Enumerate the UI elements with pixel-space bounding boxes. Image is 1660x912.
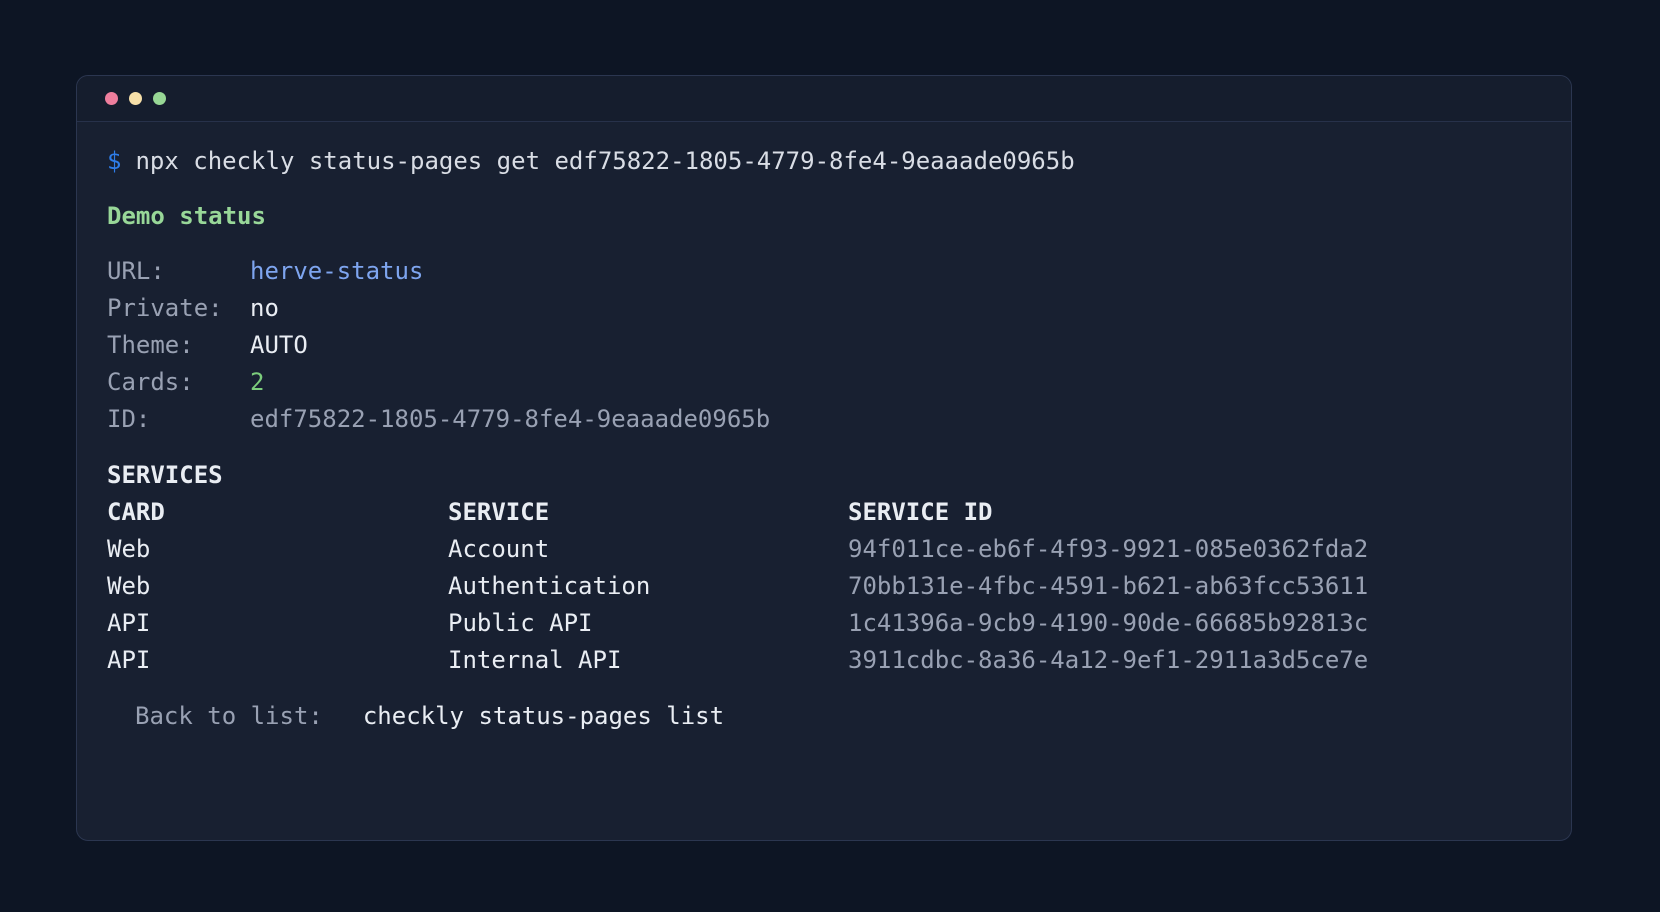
properties-list: URL: herve-status Private: no Theme: AUT… xyxy=(107,252,1541,437)
command-text: npx checkly status-pages get edf75822-18… xyxy=(135,147,1074,175)
services-section-title: SERVICES xyxy=(107,456,1541,493)
column-header-service: SERVICE xyxy=(448,498,848,526)
back-to-list-command: checkly status-pages list xyxy=(363,702,724,730)
property-value-private: no xyxy=(250,294,279,322)
shell-prompt: $ xyxy=(107,147,121,175)
cell-service-id: 3911cdbc-8a36-4a12-9ef1-2911a3d5ce7e xyxy=(848,646,1541,674)
cell-service: Internal API xyxy=(448,646,848,674)
table-row: Web Authentication 70bb131e-4fbc-4591-b6… xyxy=(107,567,1541,604)
cell-card: API xyxy=(107,609,448,637)
cell-service: Authentication xyxy=(448,572,848,600)
cell-card: Web xyxy=(107,572,448,600)
property-value-url: herve-status xyxy=(250,257,423,285)
property-row-theme: Theme: AUTO xyxy=(107,326,1541,363)
status-page-title: Demo status xyxy=(107,197,1541,234)
terminal-window: $ npx checkly status-pages get edf75822-… xyxy=(76,75,1572,841)
property-value-cards: 2 xyxy=(250,368,264,396)
cell-service-id: 70bb131e-4fbc-4591-b621-ab63fcc53611 xyxy=(848,572,1541,600)
property-row-url: URL: herve-status xyxy=(107,252,1541,289)
table-row: API Internal API 3911cdbc-8a36-4a12-9ef1… xyxy=(107,641,1541,678)
column-header-card: CARD xyxy=(107,498,448,526)
cell-card: Web xyxy=(107,535,448,563)
cell-service: Account xyxy=(448,535,848,563)
property-row-id: ID: edf75822-1805-4779-8fe4-9eaaade0965b xyxy=(107,400,1541,437)
property-label: Theme: xyxy=(107,331,250,359)
cell-service-id: 94f011ce-eb6f-4f93-9921-085e0362fda2 xyxy=(848,535,1541,563)
back-to-list-label: Back to list: xyxy=(135,702,323,730)
window-titlebar xyxy=(77,76,1571,122)
command-line: $ npx checkly status-pages get edf75822-… xyxy=(107,142,1541,179)
cell-card: API xyxy=(107,646,448,674)
property-row-private: Private: no xyxy=(107,289,1541,326)
cell-service: Public API xyxy=(448,609,848,637)
property-value-theme: AUTO xyxy=(250,331,308,359)
back-to-list-hint: Back to list: checkly status-pages list xyxy=(107,697,1541,734)
property-label: URL: xyxy=(107,257,250,285)
cell-service-id: 1c41396a-9cb9-4190-90de-66685b92813c xyxy=(848,609,1541,637)
services-table: CARD SERVICE SERVICE ID Web Account 94f0… xyxy=(107,493,1541,678)
property-label: Cards: xyxy=(107,368,250,396)
zoom-button-icon[interactable] xyxy=(153,92,166,105)
table-row: Web Account 94f011ce-eb6f-4f93-9921-085e… xyxy=(107,530,1541,567)
property-label: ID: xyxy=(107,405,250,433)
terminal-content: $ npx checkly status-pages get edf75822-… xyxy=(77,122,1571,734)
property-row-cards: Cards: 2 xyxy=(107,363,1541,400)
services-table-header: CARD SERVICE SERVICE ID xyxy=(107,493,1541,530)
property-label: Private: xyxy=(107,294,250,322)
close-button-icon[interactable] xyxy=(105,92,118,105)
minimize-button-icon[interactable] xyxy=(129,92,142,105)
property-value-id: edf75822-1805-4779-8fe4-9eaaade0965b xyxy=(250,405,770,433)
traffic-lights xyxy=(105,92,166,105)
table-row: API Public API 1c41396a-9cb9-4190-90de-6… xyxy=(107,604,1541,641)
column-header-service-id: SERVICE ID xyxy=(848,498,1541,526)
